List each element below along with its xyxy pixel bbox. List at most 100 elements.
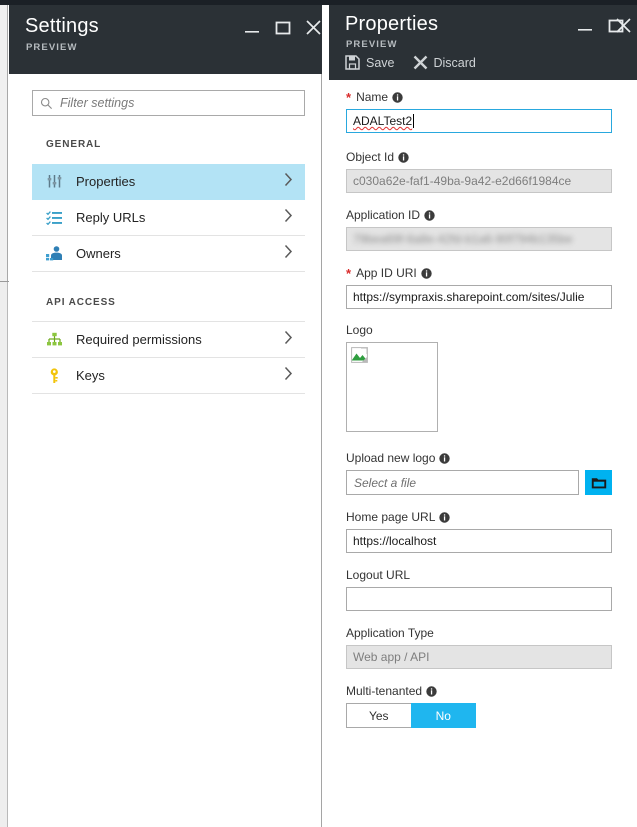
name-input-value: ADALTest2: [353, 114, 413, 128]
properties-preview-badge: PREVIEW: [346, 39, 398, 50]
field-home-page-url-label: Home page URL: [346, 510, 612, 524]
folder-icon: [591, 477, 606, 488]
field-object-id: Object Id c030a62e-faf1-49ba-9a42-e2d66f…: [346, 150, 612, 193]
save-label: Save: [366, 55, 395, 70]
multi-tenanted-toggle: Yes No: [346, 703, 476, 728]
close-icon: [306, 20, 321, 35]
application-type-input: Web app / API: [346, 645, 612, 669]
field-application-id: Application ID 79bea69f-6a8e-42fd-b1a6-9…: [346, 208, 612, 251]
field-logo-label: Logo: [346, 323, 612, 337]
screen-root: Settings PREVIEW Filter settings GENERAL…: [0, 0, 637, 827]
filter-settings-placeholder: Filter settings: [60, 96, 135, 110]
left-edge-strip-upper: [0, 5, 8, 282]
nav-group-header-api-access: API ACCESS: [46, 297, 116, 308]
field-label-text: App ID URI: [356, 266, 417, 280]
toggle-option-label: No: [435, 708, 451, 723]
properties-close-button[interactable]: [611, 15, 637, 37]
info-icon[interactable]: [439, 511, 451, 523]
sidebar-item-keys[interactable]: Keys: [32, 358, 305, 394]
info-icon[interactable]: [421, 267, 432, 279]
field-application-type: Application Type Web app / API: [346, 626, 612, 669]
field-logo: Logo: [346, 323, 612, 432]
browse-file-button[interactable]: [585, 470, 612, 495]
field-upload-new-logo-label: Upload new logo: [346, 451, 612, 465]
field-application-type-label: Application Type: [346, 626, 612, 640]
discard-button[interactable]: Discard: [413, 55, 476, 70]
logout-url-input[interactable]: [346, 587, 612, 611]
toggle-option-label: Yes: [368, 708, 389, 723]
settings-title: Settings: [25, 15, 99, 37]
discard-label: Discard: [433, 55, 476, 70]
app-id-uri-input[interactable]: https://sympraxis.sharepoint.com/sites/J…: [346, 285, 612, 309]
chevron-right-icon: [284, 172, 293, 192]
save-button[interactable]: Save: [345, 55, 395, 70]
key-icon: [44, 366, 64, 386]
sidebar-item-label: Required permissions: [76, 332, 202, 347]
settings-blade: Settings PREVIEW Filter settings GENERAL…: [9, 5, 322, 827]
info-icon[interactable]: [398, 151, 409, 163]
home-page-url-value: https://localhost: [353, 534, 437, 548]
sidebar-item-reply-urls[interactable]: Reply URLs: [32, 200, 305, 236]
select-a-file-input[interactable]: Select a file: [346, 470, 579, 495]
command-bar: Save Discard: [345, 55, 476, 70]
settings-close-button[interactable]: [301, 17, 327, 39]
sidebar-item-label: Owners: [76, 246, 121, 261]
info-icon[interactable]: [439, 452, 451, 464]
required-asterisk: *: [346, 89, 352, 105]
save-icon: [345, 55, 360, 70]
select-a-file-placeholder: Select a file: [354, 475, 417, 490]
sidebar-item-label: Keys: [76, 368, 105, 383]
field-label-text: Logo: [346, 323, 373, 337]
properties-minimize-button[interactable]: [572, 15, 598, 37]
field-object-id-label: Object Id: [346, 150, 612, 164]
info-icon[interactable]: [426, 685, 437, 697]
field-label-text: Home page URL: [346, 510, 436, 524]
settings-minimize-button[interactable]: [239, 17, 265, 39]
chevron-right-icon: [284, 366, 293, 386]
multi-tenanted-option-no[interactable]: No: [410, 703, 476, 728]
field-label-text: Application ID: [346, 208, 421, 222]
minimize-icon: [578, 29, 592, 31]
info-icon[interactable]: [392, 91, 403, 103]
chevron-right-icon: [284, 330, 293, 350]
field-app-id-uri: * App ID URI https://sympraxis.sharepoin…: [346, 266, 612, 309]
multi-tenanted-option-yes[interactable]: Yes: [346, 703, 411, 728]
logo-preview-box: [346, 342, 438, 432]
checklist-icon: [44, 208, 64, 228]
sidebar-item-label: Reply URLs: [76, 210, 146, 225]
search-icon: [40, 97, 52, 109]
required-asterisk: *: [346, 265, 352, 281]
sidebar-item-owners[interactable]: Owners: [32, 236, 305, 272]
object-id-value: c030a62e-faf1-49ba-9a42-e2d66f1984ce: [353, 174, 572, 188]
application-id-value: 79bea69f-6a8e-42fd-b1a6-90f794b135be: [353, 232, 573, 246]
properties-title: Properties: [345, 13, 439, 35]
field-label-text: Object Id: [346, 150, 395, 164]
field-app-id-uri-label: * App ID URI: [346, 266, 612, 280]
minimize-icon: [245, 31, 259, 33]
field-logout-url: Logout URL: [346, 568, 612, 611]
chevron-right-icon: [284, 244, 293, 264]
field-label-text: Multi-tenanted: [346, 684, 423, 698]
name-input[interactable]: ADALTest2: [346, 109, 612, 133]
settings-preview-badge: PREVIEW: [26, 42, 78, 53]
object-id-input: c030a62e-faf1-49ba-9a42-e2d66f1984ce: [346, 169, 612, 193]
sidebar-item-required-permissions[interactable]: Required permissions: [32, 322, 305, 358]
sidebar-item-properties[interactable]: Properties: [32, 164, 305, 200]
field-multi-tenanted-label: Multi-tenanted: [346, 684, 612, 698]
discard-icon: [413, 55, 427, 70]
field-name-label: * Name: [346, 90, 612, 104]
app-id-uri-value: https://sympraxis.sharepoint.com/sites/J…: [353, 290, 585, 304]
field-upload-new-logo: Upload new logo Select a file: [346, 451, 612, 495]
left-edge-strip-lower: [0, 282, 8, 827]
broken-image-icon: [351, 347, 368, 368]
settings-maximize-button[interactable]: [270, 17, 296, 39]
field-label-text: Application Type: [346, 626, 434, 640]
home-page-url-input[interactable]: https://localhost: [346, 529, 612, 553]
field-label-text: Upload new logo: [346, 451, 436, 465]
filter-settings-input[interactable]: Filter settings: [32, 90, 305, 116]
hierarchy-icon: [44, 330, 64, 350]
field-label-text: Name: [356, 90, 389, 104]
field-multi-tenanted: Multi-tenanted Yes No: [346, 684, 612, 728]
info-icon[interactable]: [424, 209, 435, 221]
field-logout-url-label: Logout URL: [346, 568, 612, 582]
